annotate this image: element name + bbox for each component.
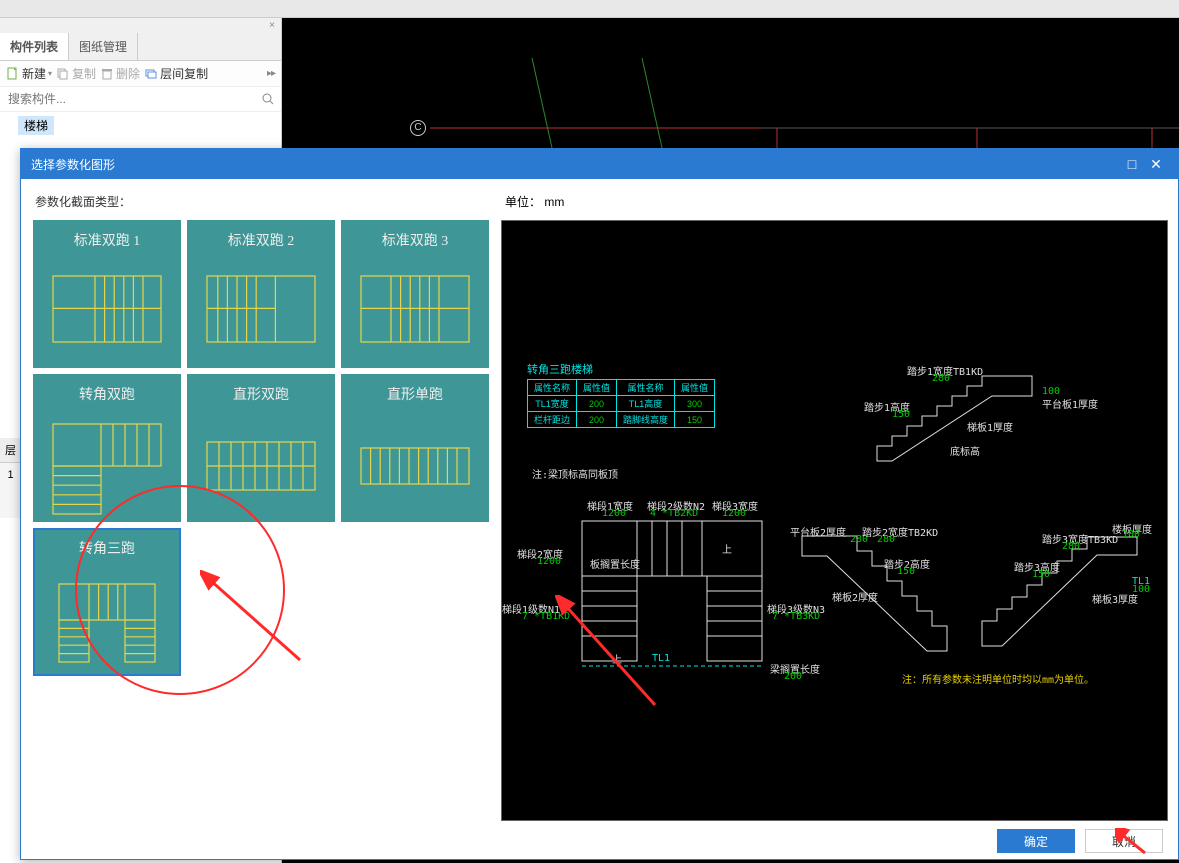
delete-button[interactable]: 删除 [100, 65, 140, 82]
panel-toolbar: 新建 ▾ 复制 删除 层间复制 ▸▸ [0, 61, 281, 87]
search-icon[interactable] [261, 92, 275, 106]
maximize-icon[interactable]: □ [1120, 156, 1144, 172]
cancel-button[interactable]: 取消 [1085, 829, 1163, 853]
preview-title: 转角三跑楼梯 [527, 361, 593, 377]
thumb-grid: 标准双跑 1 标准双跑 2 标准双跑 3 转角双跑 [31, 220, 493, 676]
floor-header: 层 [0, 438, 21, 463]
new-button[interactable]: 新建 ▾ [6, 65, 52, 82]
copy-icon [56, 67, 70, 81]
search-bar [0, 87, 281, 112]
thumb-std-double-3[interactable]: 标准双跑 3 [341, 220, 489, 368]
note-units: 注：所有参数未注明单位时均以mm为单位。 [902, 671, 1094, 686]
dialog-title: 选择参数化图形 [31, 156, 1120, 173]
floor-grid: 层 1 [0, 438, 22, 518]
delete-icon [100, 67, 114, 81]
panel-tabs: 构件列表 图纸管理 [0, 33, 281, 61]
thumb-std-double-1[interactable]: 标准双跑 1 [33, 220, 181, 368]
close-icon[interactable]: ✕ [1144, 156, 1168, 173]
unit-label: 单位： mm [501, 179, 1168, 220]
thumb-corner-double[interactable]: 转角双跑 [33, 374, 181, 522]
copy-button[interactable]: 复制 [56, 65, 96, 82]
chevron-down-icon: ▾ [48, 69, 52, 78]
tab-drawing-manage[interactable]: 图纸管理 [69, 33, 138, 60]
parametric-dialog: 选择参数化图形 □ ✕ 参数化截面类型： 标准双跑 1 标准双跑 2 标准 [20, 148, 1179, 860]
tab-component-list[interactable]: 构件列表 [0, 33, 69, 60]
thumb-corner-triple[interactable]: 转角三跑 [33, 528, 181, 676]
layer-copy-button[interactable]: 层间复制 [144, 65, 208, 82]
more-icon[interactable]: ▸▸ [267, 68, 275, 79]
new-file-icon [6, 67, 20, 81]
close-icon[interactable]: × [0, 18, 281, 33]
thumb-std-double-2[interactable]: 标准双跑 2 [187, 220, 335, 368]
tree-item-stair[interactable]: 楼梯 [18, 116, 54, 135]
search-input[interactable] [6, 90, 261, 108]
note-top-elev: 注:梁顶标高同板顶 [532, 466, 618, 481]
preview-canvas[interactable]: 转角三跑楼梯 属性名称属性值属性名称属性值 TL1宽度200TL1高度300 栏… [501, 220, 1168, 821]
property-table: 属性名称属性值属性名称属性值 TL1宽度200TL1高度300 栏杆距边200踏… [527, 379, 715, 428]
ok-button[interactable]: 确定 [997, 829, 1075, 853]
section-type-label: 参数化截面类型： [31, 179, 493, 220]
component-tree: 楼梯 [0, 112, 281, 139]
floor-row[interactable]: 1 [0, 463, 21, 487]
layers-icon [144, 67, 158, 81]
thumb-straight-double[interactable]: 直形双跑 [187, 374, 335, 522]
thumb-straight-single[interactable]: 直形单跑 [341, 374, 489, 522]
dialog-titlebar: 选择参数化图形 □ ✕ [21, 149, 1178, 179]
